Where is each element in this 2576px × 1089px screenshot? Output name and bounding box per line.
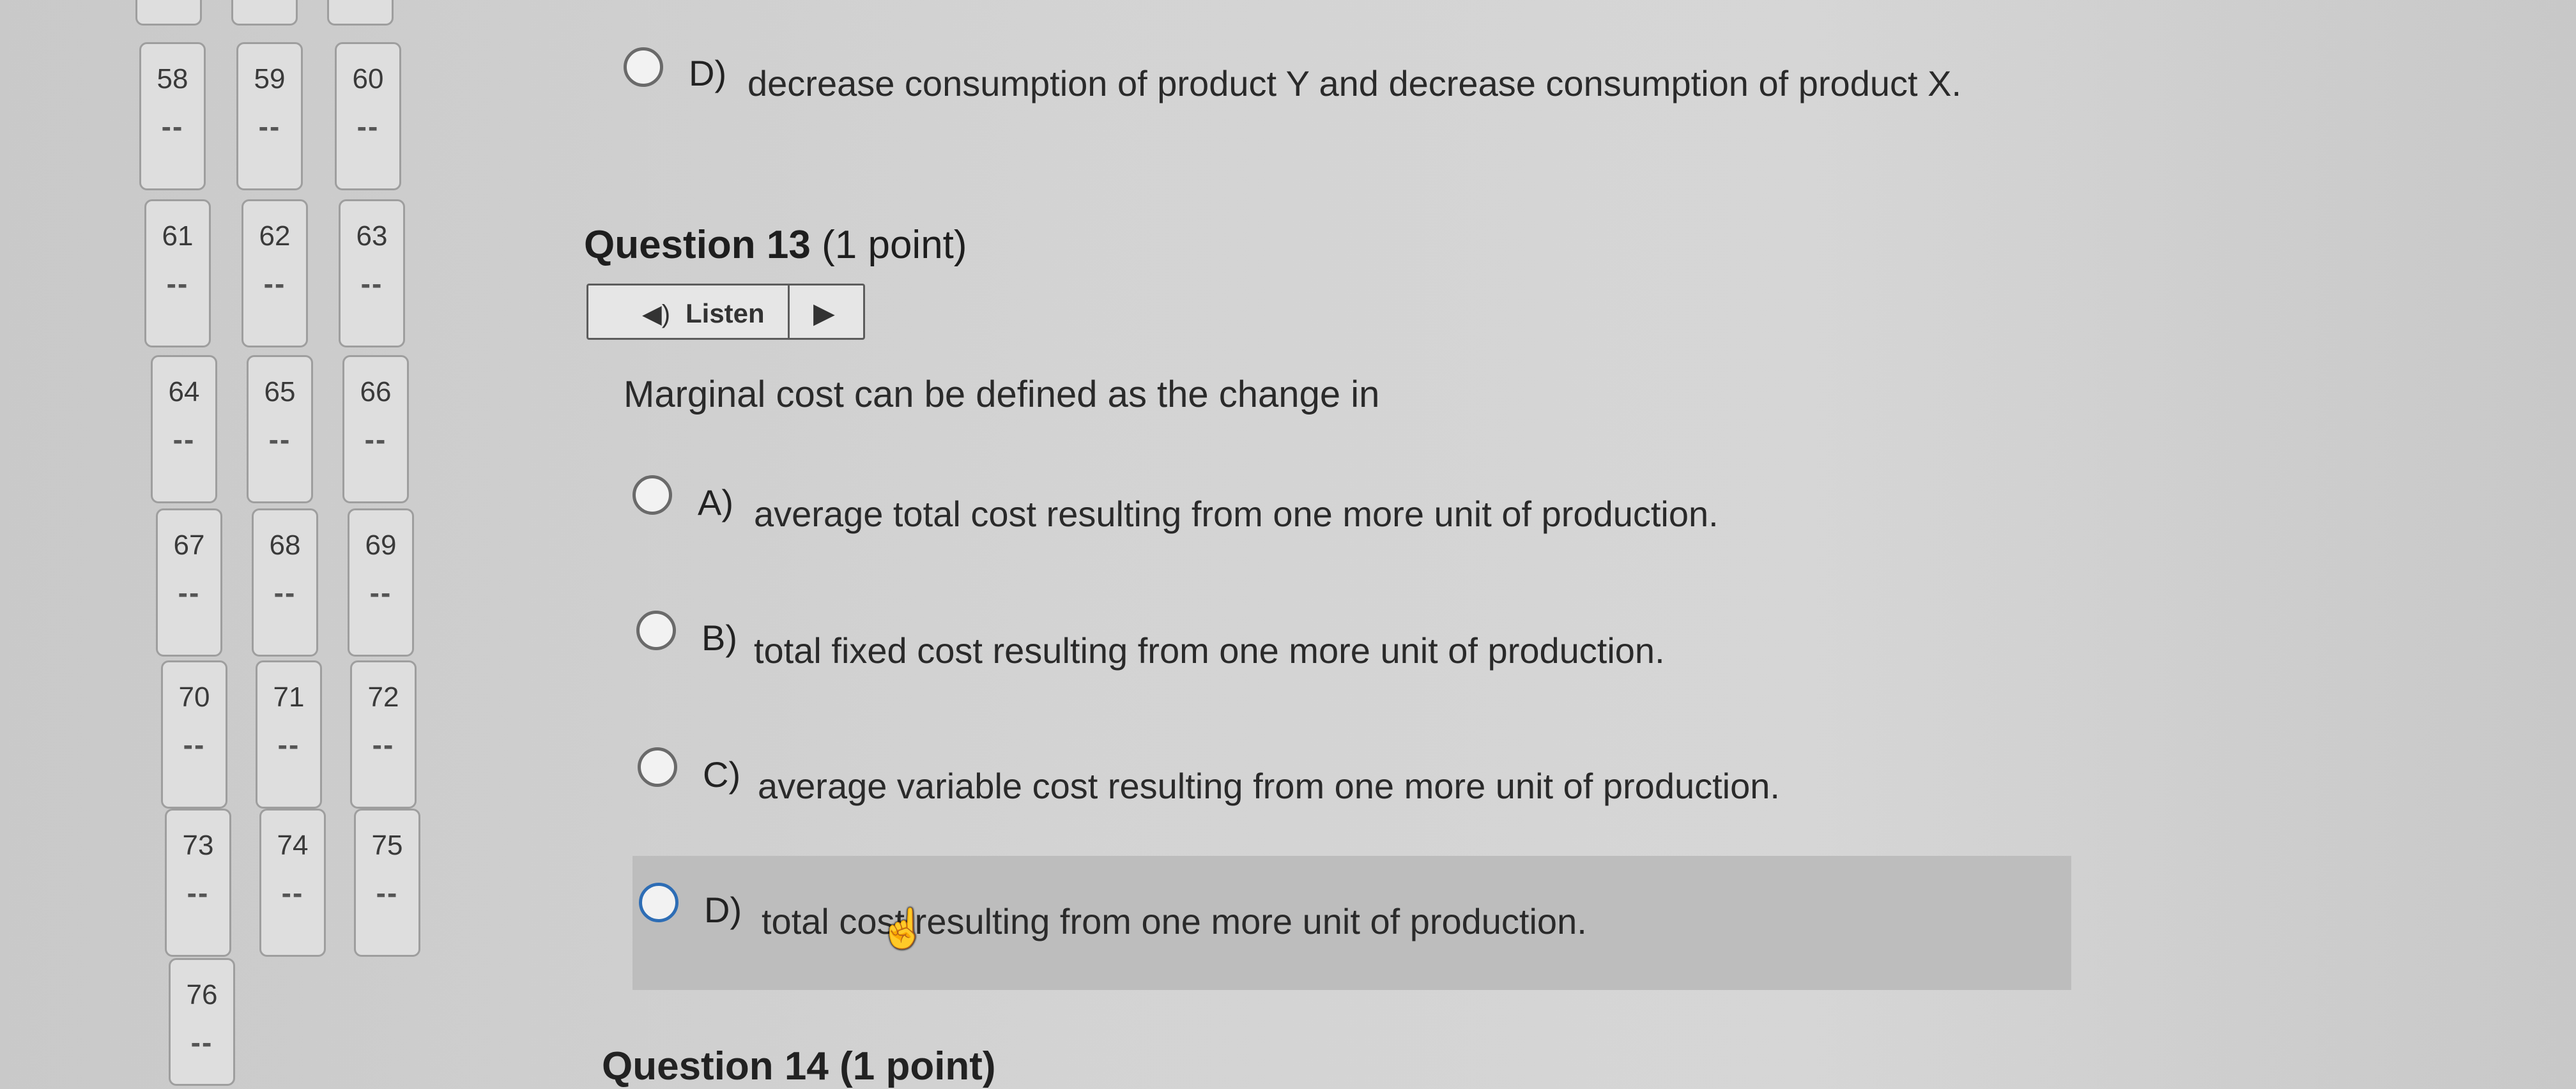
quiz-content: D) decrease consumption of product Y and… (0, 0, 2576, 1088)
question-points: (1 point) (822, 223, 967, 267)
question-13-title: Question 13 (1 point) (584, 222, 967, 268)
choice-c-radio[interactable] (638, 747, 677, 787)
choice-d-radio[interactable] (639, 883, 678, 922)
choice-d-radio-prev[interactable] (624, 47, 663, 87)
speaker-icon: ◀) (642, 300, 671, 328)
choice-a-text[interactable]: average total cost resulting from one mo… (754, 493, 1719, 535)
divider (788, 286, 790, 338)
choice-text: decrease consumption of product Y and de… (747, 63, 1962, 103)
question-title-label: Question 13 (584, 223, 811, 267)
play-icon[interactable]: ▶ (813, 297, 835, 330)
choice-letter: B) (702, 618, 737, 658)
choice-b-radio[interactable] (636, 611, 676, 650)
question-stem: Marginal cost can be defined as the chan… (624, 374, 1380, 415)
choice-a-radio[interactable] (632, 475, 672, 515)
choice-letter: C) (703, 754, 741, 795)
hand-cursor-icon: ☝ (879, 907, 927, 950)
question-14-title: Question 14 (1 point) (602, 1044, 996, 1088)
choice-letter: D) (689, 53, 727, 93)
listen-button[interactable]: ◀) Listen ▶ (586, 284, 865, 340)
choice-letter: D) (704, 890, 742, 930)
listen-label: Listen (686, 298, 765, 328)
choice-b-text[interactable]: total fixed cost resulting from one more… (754, 630, 1665, 671)
choice-c-text[interactable]: average variable cost resulting from one… (758, 765, 1780, 807)
choice-letter: A) (698, 482, 733, 522)
